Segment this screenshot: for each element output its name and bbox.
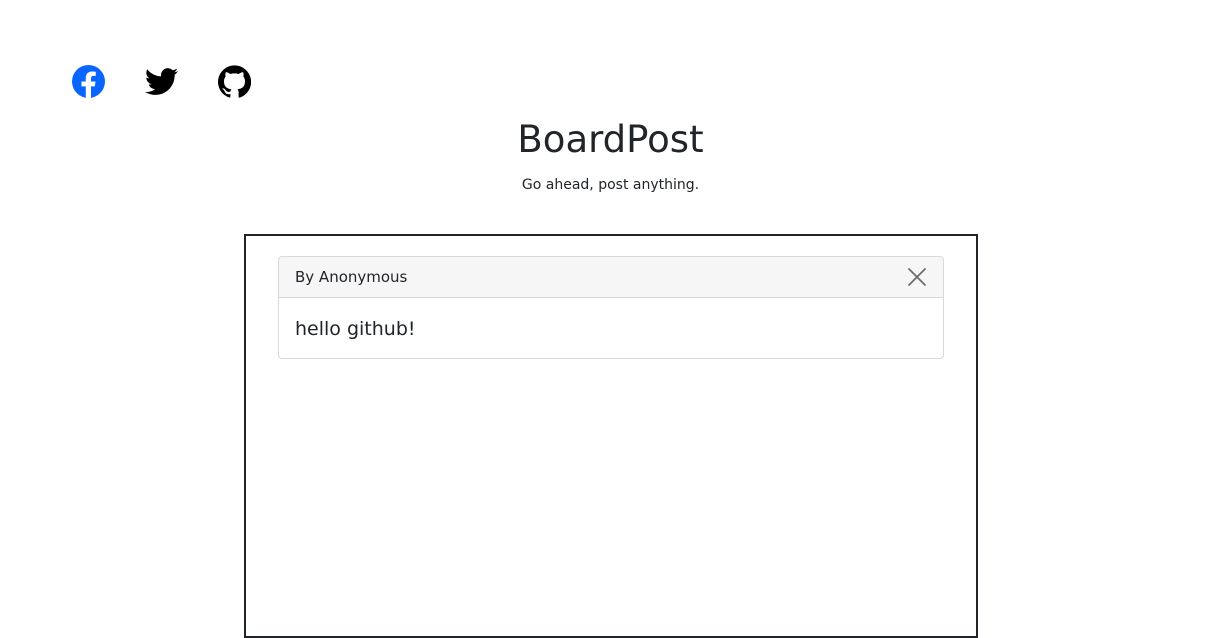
page-title: BoardPost — [517, 118, 704, 161]
facebook-link[interactable] — [72, 65, 105, 98]
post-header: By Anonymous — [279, 257, 943, 298]
twitter-icon — [145, 68, 178, 95]
social-links — [72, 65, 251, 98]
post-content: hello github! — [295, 318, 416, 340]
page-subtitle: Go ahead, post anything. — [521, 177, 700, 193]
github-link[interactable] — [218, 65, 251, 98]
post-card: By Anonymous hello github! — [278, 256, 944, 359]
close-icon — [908, 268, 926, 286]
delete-post-button[interactable] — [907, 267, 927, 287]
twitter-link[interactable] — [145, 65, 178, 98]
facebook-icon — [72, 65, 105, 98]
github-icon — [218, 65, 251, 98]
post-author: By Anonymous — [295, 268, 408, 286]
post-board: By Anonymous hello github! — [244, 234, 978, 638]
